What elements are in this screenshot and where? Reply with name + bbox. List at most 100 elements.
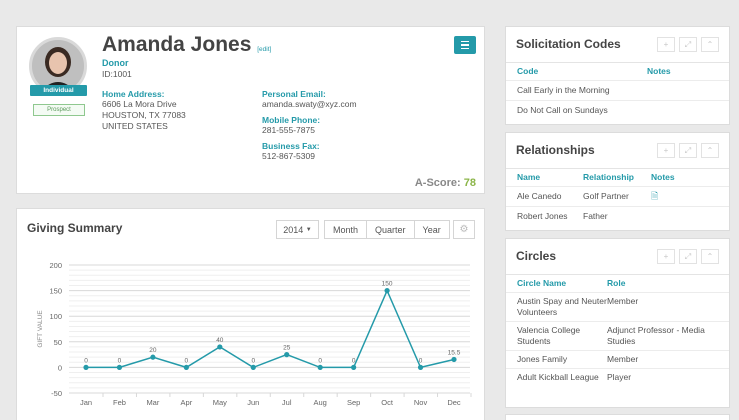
data-point [183,364,189,370]
data-label: 0 [185,357,189,364]
contact-name-text: Amanda Jones [102,33,252,56]
circles-title: Circles [516,249,557,263]
x-tick-label: Mar [146,398,159,407]
data-label: 15.5 [448,349,461,356]
panel-tools: + ⤢ ⌃ [657,249,719,264]
chart-settings-button[interactable]: ⚙ [453,220,475,239]
mobile-phone-label: Mobile Phone: [262,115,321,125]
data-point [250,364,256,370]
menu-icon [461,47,469,50]
period-month-button[interactable]: Month [324,220,368,239]
period-year-button[interactable]: Year [413,220,450,239]
circle-name: Jones Family [517,354,568,364]
table-row[interactable]: Jones Family Member [506,350,729,368]
table-row[interactable]: Austin Spay and Neuter Volunteers Member [506,292,729,321]
expand-icon[interactable]: ⤢ [679,143,697,158]
home-address-block: Home Address: 6606 La Mora Drive HOUSTON… [102,89,186,132]
collapse-icon[interactable]: ⌃ [701,143,719,158]
panel-tools: + ⤢ ⌃ [657,37,719,52]
period-quarter-button[interactable]: Quarter [366,220,415,239]
circle-role: Adjunct Professor - Media Studies [607,325,705,346]
data-label: 40 [216,337,224,344]
circles-table: Circle Name Role Austin Spay and Neuter … [506,274,729,386]
table-row[interactable]: Valencia College Students Adjunct Profes… [506,321,729,350]
add-icon[interactable]: + [657,37,675,52]
relationships-panel: Relationships + ⤢ ⌃ Name Relationship No… [505,132,730,231]
prospect-badge: Prospect [33,104,85,116]
column-header: Role [607,278,626,288]
series-line [86,288,455,369]
home-address-line: UNITED STATES [102,121,168,131]
add-icon[interactable]: + [657,249,675,264]
column-header: Notes [647,66,671,76]
x-tick-label: Sep [347,398,360,407]
next-panel [505,414,730,420]
home-address-line: 6606 La Mora Drive [102,99,177,109]
home-address-line: HOUSTON, TX 77083 [102,110,186,120]
data-point [351,364,357,370]
data-label: 0 [318,357,322,364]
y-tick-label: 150 [49,287,62,296]
data-point [417,364,424,370]
y-axis-label: GIFT VALUE [37,310,44,348]
solicitation-table: Code Notes Call Early in the Morning Do … [506,62,729,120]
menu-icon [461,40,469,43]
table-row[interactable]: Do Not Call on Sundays [506,100,729,120]
circle-role: Member [607,354,639,364]
year-dropdown[interactable]: 2014 ▼ [276,220,319,239]
table-header: Name Relationship Notes [506,168,729,186]
x-tick-label: May [213,398,227,407]
mobile-phone[interactable]: 281-555-7875 [262,125,357,136]
edit-link[interactable]: [edit] [257,46,271,53]
table-row[interactable]: Adult Kickball League Player [506,368,729,386]
gear-icon: ⚙ [459,224,469,235]
profile-menu-button[interactable] [454,36,476,54]
table-row[interactable]: Call Early in the Morning [506,80,729,100]
column-header: Name [517,172,541,182]
data-label: 25 [283,345,291,352]
table-row[interactable]: Robert Jones Father [506,206,729,226]
collapse-icon[interactable]: ⌃ [701,37,719,52]
circle-role: Player [607,372,632,382]
note-file-icon[interactable]: 🗎 [651,191,658,202]
x-tick-label: Jan [80,398,92,407]
column-header: Code [517,66,539,76]
table-header: Code Notes [506,62,729,80]
solicitation-codes-panel: Solicitation Codes + ⤢ ⌃ Code Notes Call… [505,26,730,125]
data-label: 0 [352,357,356,364]
relationship-name: Ale Canedo [517,191,562,201]
data-label: 20 [149,347,157,354]
data-label: 0 [84,357,88,364]
data-point [217,344,223,350]
contact-type: Donor [102,58,129,68]
expand-icon[interactable]: ⤢ [679,249,697,264]
collapse-icon[interactable]: ⌃ [701,249,719,264]
personal-email[interactable]: amanda.swaty@xyz.com [262,99,357,110]
contact-name: Amanda Jones [edit] [102,33,271,57]
giving-chart: 200150100500-50GIFT VALUEJan Feb Mar Apr May… [37,261,472,407]
solicitation-code: Do Not Call on Sundays [517,105,608,115]
caret-down-icon: ▼ [305,226,312,233]
personal-email-label: Personal Email: [262,89,326,99]
x-tick-label: Feb [113,398,126,407]
contact-info-block: Personal Email: amanda.swaty@xyz.com Mob… [262,89,357,167]
relationship-name: Robert Jones [517,211,568,221]
table-row[interactable]: Ale Canedo Golf Partner 🗎 [506,186,729,206]
relationships-table: Name Relationship Notes Ale Canedo Golf … [506,168,729,226]
add-icon[interactable]: + [657,143,675,158]
circle-role: Member [607,296,639,306]
data-point [150,354,156,360]
x-tick-label: Jun [247,398,259,407]
business-fax: 512-867-5309 [262,151,315,161]
contact-id: ID:1001 [102,69,132,79]
solicitation-code: Call Early in the Morning [517,85,610,95]
data-label: 0 [419,357,423,364]
period-toggle: Month Quarter Year [324,220,450,239]
individual-badge: Individual [30,85,87,96]
menu-icon [461,44,469,46]
relationship-type: Golf Partner [583,191,629,201]
x-tick-label: Oct [381,398,394,407]
expand-icon[interactable]: ⤢ [679,37,697,52]
data-point [317,364,323,370]
year-value: 2014 [283,224,304,235]
